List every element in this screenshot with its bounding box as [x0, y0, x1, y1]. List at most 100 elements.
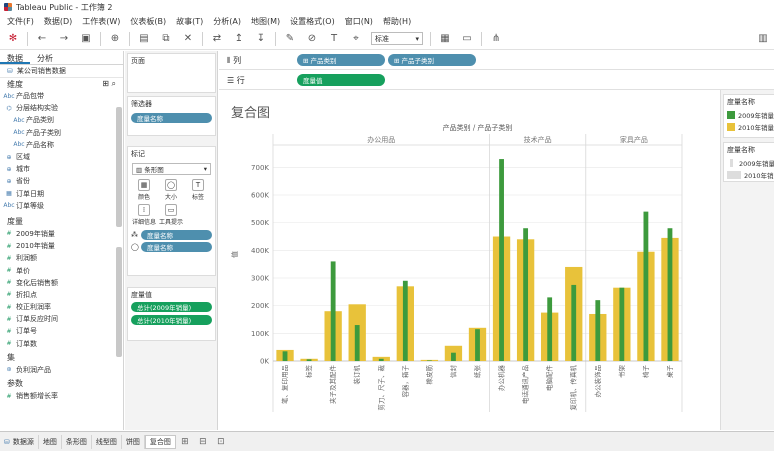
show-me-icon[interactable]: ▥ [755, 31, 771, 47]
bar-2009[interactable] [571, 284, 577, 361]
field-item[interactable]: ⊛ 负利润产品 [0, 364, 123, 376]
menu-item-7[interactable]: 设置格式(O) [285, 16, 340, 27]
bar-2009[interactable] [547, 297, 553, 361]
clear-sheet-icon[interactable]: ✕ [180, 31, 196, 47]
field-item[interactable]: # 单价 [0, 264, 123, 276]
legend-item[interactable]: 2009年销量 [727, 110, 774, 120]
field-item[interactable]: ⊕ 城市 [0, 163, 123, 175]
field-item[interactable]: #2010年销量 [0, 240, 123, 252]
measures-scrollbar[interactable] [116, 247, 122, 357]
field-item[interactable]: Abc 产品包带 [0, 90, 123, 102]
mark-pill[interactable]: 度量名称 [141, 242, 212, 252]
new-dashboard-icon[interactable]: ⊟ [197, 436, 209, 448]
field-item[interactable]: # 订单号 [0, 325, 123, 337]
mark-button-1[interactable]: ◯ 大小 [159, 179, 183, 201]
new-datasource-icon[interactable]: ⊕ [107, 31, 123, 47]
bar-2009[interactable] [426, 360, 432, 361]
field-item[interactable]: ⊕ 省份 [0, 175, 123, 187]
sheet-tab-2[interactable]: 条形图 [62, 434, 92, 449]
show-cards-icon[interactable]: ▦ [437, 31, 453, 47]
bar-2009[interactable] [451, 352, 456, 361]
bar-2009[interactable] [523, 228, 529, 361]
mark-button-3[interactable]: ⁞ 详细信息 [132, 204, 156, 226]
menu-item-2[interactable]: 工作表(W) [77, 16, 125, 27]
save-icon[interactable]: ▣ [78, 31, 94, 47]
menu-item-8[interactable]: 窗口(N) [340, 16, 378, 27]
field-item[interactable]: #2009年销量 [0, 228, 123, 240]
rows-pill-measure-values[interactable]: 度量值 [297, 74, 385, 86]
bar-2009[interactable] [354, 325, 360, 361]
filter-pill[interactable]: 度量名称 [131, 113, 212, 123]
field-item[interactable]: # 订单数 [0, 338, 123, 350]
legend-item[interactable]: 2010年销量 [727, 122, 774, 132]
fit-select[interactable]: 标准 ▾ [371, 32, 423, 45]
mark-button-4[interactable]: ▭ 工具提示 [159, 204, 183, 226]
new-sheet-icon[interactable]: ▤ [136, 31, 152, 47]
labels-icon[interactable]: T [326, 31, 342, 47]
sort-descending-icon[interactable]: ↧ [253, 31, 269, 47]
field-item[interactable]: ▦ 订单日期 [0, 188, 123, 200]
field-item[interactable]: Abc 产品名称 [0, 139, 123, 151]
sheet-tab-3[interactable]: 线型图 [92, 434, 122, 449]
value-pill[interactable]: 总计(2010年销量) [131, 315, 212, 325]
duplicate-sheet-icon[interactable]: ⧉ [158, 31, 174, 47]
presentation-mode-icon[interactable]: ▭ [459, 31, 475, 47]
bar-2009[interactable] [282, 351, 288, 361]
search-icon[interactable]: ⊞ ⌕ [102, 79, 116, 89]
mark-pill[interactable]: 度量名称 [141, 230, 212, 240]
field-item[interactable]: # 折扣点 [0, 289, 123, 301]
redo-icon[interactable]: → [56, 31, 72, 47]
field-item[interactable]: # 销售额增长率 [0, 390, 123, 402]
columns-pill-category[interactable]: ⊞ 产品类别 [297, 54, 385, 66]
field-item[interactable]: ⌬ 分层结构实验 [0, 102, 123, 114]
undo-icon[interactable]: ← [34, 31, 50, 47]
bar-2009[interactable] [499, 159, 504, 361]
view-canvas[interactable]: 复合图 产品类别 / 产品子类别值 0K 100K 200K 300K 400K 500K 6… [219, 90, 719, 430]
bar-2009[interactable] [643, 211, 649, 361]
field-item[interactable]: Abc 产品子类别 [0, 127, 123, 139]
share-icon[interactable]: ⋔ [488, 31, 504, 47]
bar-2009[interactable] [619, 287, 625, 361]
bar-2009[interactable] [475, 329, 480, 361]
field-item[interactable]: Abc 订单等级 [0, 200, 123, 212]
bar-2009[interactable] [378, 358, 384, 361]
highlight-icon[interactable]: ✎ [282, 31, 298, 47]
sheet-tab-4[interactable]: 饼图 [122, 434, 145, 449]
menu-item-3[interactable]: 仪表板(B) [125, 16, 171, 27]
columns-shelf[interactable]: ⦀ 列 ⊞ 产品类别 ⊞ 产品子类别 [219, 51, 774, 70]
dimensions-scrollbar[interactable] [116, 107, 122, 227]
pin-icon[interactable]: ⌖ [348, 31, 364, 47]
tab-analytics[interactable]: 分析 [30, 51, 60, 64]
bar-2009[interactable] [306, 359, 312, 361]
datasource-item[interactable]: ⛁ 某公司销售数据 [0, 65, 123, 78]
new-worksheet-icon[interactable]: ⊞ [179, 436, 191, 448]
mark-type-select[interactable]: ▥ 条形图 ▾ [132, 163, 211, 175]
mark-button-2[interactable]: T 标签 [186, 179, 210, 201]
mark-button-0[interactable]: ▦ 颜色 [132, 179, 156, 201]
menu-item-6[interactable]: 地图(M) [246, 16, 285, 27]
bar-2009[interactable] [330, 261, 336, 361]
field-item[interactable]: ⊕ 区域 [0, 151, 123, 163]
pages-card[interactable]: 页面 [127, 53, 216, 93]
tab-data[interactable]: 数据 [0, 51, 30, 64]
menu-item-9[interactable]: 帮助(H) [378, 16, 416, 27]
sheet-tab-5[interactable]: 复合图 [144, 434, 176, 449]
menu-item-4[interactable]: 故事(T) [171, 16, 208, 27]
menu-item-1[interactable]: 数据(D) [39, 16, 77, 27]
columns-pill-subcategory[interactable]: ⊞ 产品子类别 [388, 54, 476, 66]
field-item[interactable]: # 订单反应时间 [0, 313, 123, 325]
size-legend[interactable]: 度量名称 2009年销量 2010年销量 [723, 142, 774, 182]
swap-axes-icon[interactable]: ⇄ [209, 31, 225, 47]
bar-2009[interactable] [667, 228, 673, 361]
sort-ascending-icon[interactable]: ↥ [231, 31, 247, 47]
field-item[interactable]: # 利润额 [0, 252, 123, 264]
filters-card[interactable]: 筛选器 度量名称 [127, 96, 216, 136]
menu-item-0[interactable]: 文件(F) [2, 16, 39, 27]
new-story-icon[interactable]: ⊡ [215, 436, 227, 448]
menu-item-5[interactable]: 分析(A) [208, 16, 246, 27]
rows-shelf[interactable]: ☰ 行 度量值 [219, 71, 774, 90]
sheet-tab-1[interactable]: 地图 [39, 434, 62, 449]
value-pill[interactable]: 总计(2009年销量) [131, 302, 212, 312]
tableau-home-icon[interactable]: ✻ [5, 31, 21, 47]
field-item[interactable]: # 变化后销售额 [0, 277, 123, 289]
